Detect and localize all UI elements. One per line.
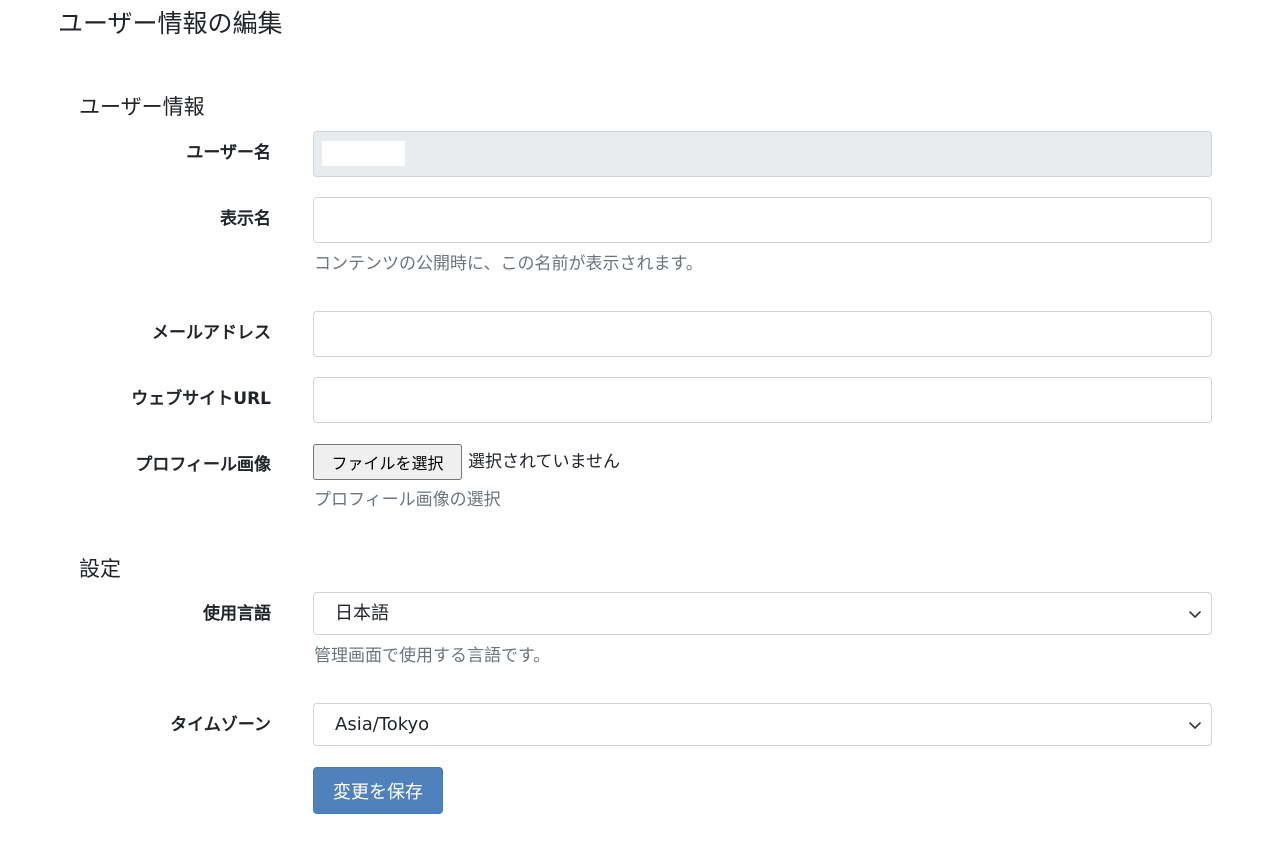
language-label: 使用言語 [203, 604, 271, 624]
timezone-label: タイムゾーン [170, 715, 271, 735]
chevron-down-icon [1189, 722, 1201, 729]
display-name-field[interactable] [313, 197, 1212, 243]
edit-user-page: ユーザー情報の編集 ユーザー情報 ユーザー名 表示名 コンテンツの公開時に、この… [0, 0, 1280, 858]
email-field[interactable] [313, 311, 1212, 357]
save-changes-button[interactable]: 変更を保存 [313, 767, 443, 814]
username-field [313, 131, 1212, 177]
username-redaction [322, 141, 405, 166]
username-label: ユーザー名 [186, 143, 271, 163]
section-title-settings: 設定 [79, 557, 121, 581]
timezone-select[interactable]: Asia/Tokyo [313, 703, 1212, 746]
display-name-help: コンテンツの公開時に、この名前が表示されます。 [314, 254, 703, 274]
section-title-user-info: ユーザー情報 [79, 95, 205, 119]
language-selected-value: 日本語 [335, 603, 389, 624]
profile-image-help: プロフィール画像の選択 [314, 490, 501, 510]
language-select[interactable]: 日本語 [313, 592, 1212, 635]
profile-image-label: プロフィール画像 [135, 455, 271, 475]
choose-file-button[interactable]: ファイルを選択 [313, 444, 462, 480]
email-label: メールアドレス [152, 323, 271, 343]
chevron-down-icon [1189, 611, 1201, 618]
file-status-text: 選択されていません [468, 452, 620, 472]
timezone-selected-value: Asia/Tokyo [335, 714, 430, 735]
website-url-label: ウェブサイトURL [131, 389, 271, 409]
website-url-field[interactable] [313, 377, 1212, 423]
display-name-label: 表示名 [220, 209, 271, 229]
page-title: ユーザー情報の編集 [58, 9, 283, 38]
language-help: 管理画面で使用する言語です。 [314, 646, 551, 666]
